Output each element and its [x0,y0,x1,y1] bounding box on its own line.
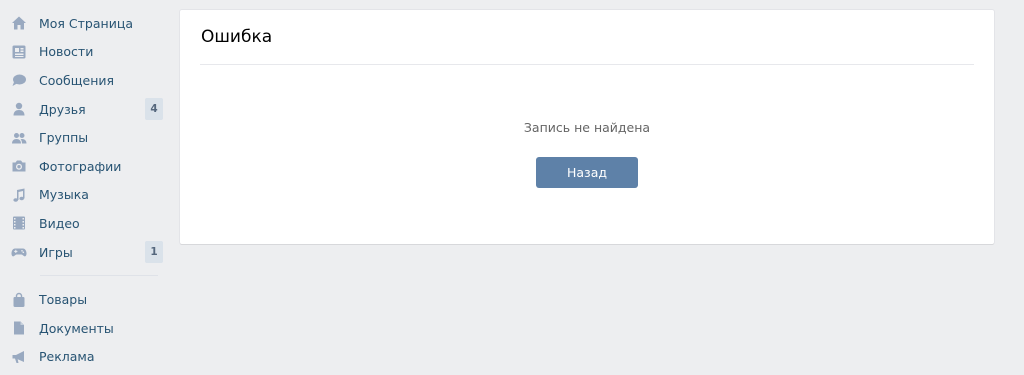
sidebar-item-label: Видео [39,215,80,231]
sidebar-item-news[interactable]: Новости [0,38,166,67]
page: Моя Страница Новости Сообщения Друзья 4 [0,0,1024,375]
back-button[interactable]: Назад [536,157,638,188]
video-icon [11,215,27,231]
sidebar-item-label: Моя Страница [39,15,133,31]
music-icon [11,187,27,203]
bag-icon [11,292,27,308]
error-message: Запись не найдена [523,120,651,135]
games-count-badge[interactable]: 1 [145,241,163,264]
sidebar-item-label: Фотографии [39,158,122,174]
camera-icon [11,158,27,174]
page-title: Ошибка [201,27,273,47]
sidebar-item-games[interactable]: Игры 1 [0,238,166,267]
document-icon [11,320,27,336]
sidebar-item-friends[interactable]: Друзья 4 [0,95,166,124]
sidebar-item-groups[interactable]: Группы [0,123,166,152]
messages-icon [11,72,27,88]
sidebar-item-label: Сообщения [39,72,115,88]
title-divider [200,64,974,65]
sidebar-item-my-page[interactable]: Моя Страница [0,9,166,38]
user-icon [11,101,27,117]
sidebar-item-label: Игры [39,244,73,260]
gamepad-icon [11,244,27,260]
sidebar-item-ads[interactable]: Реклама [0,343,166,372]
sidebar-item-music[interactable]: Музыка [0,181,166,210]
sidebar-item-label: Документы [39,320,114,336]
news-icon [11,44,27,60]
groups-icon [11,130,27,146]
friends-count-badge[interactable]: 4 [145,98,163,121]
home-icon [11,15,27,31]
error-card: Ошибка Запись не найдена Назад [180,10,994,244]
sidebar-item-label: Друзья [39,101,86,117]
sidebar-item-messages[interactable]: Сообщения [0,66,166,95]
sidebar-item-label: Музыка [39,187,89,203]
megaphone-icon [11,349,27,365]
sidebar-item-label: Реклама [39,349,95,365]
sidebar-item-label: Группы [39,130,89,146]
left-sidebar: Моя Страница Новости Сообщения Друзья 4 [0,9,166,371]
sidebar-item-video[interactable]: Видео [0,209,166,238]
sidebar-divider [40,275,158,277]
sidebar-item-photos[interactable]: Фотографии [0,152,166,181]
sidebar-item-label: Товары [39,292,88,308]
sidebar-item-documents[interactable]: Документы [0,314,166,343]
sidebar-item-goods[interactable]: Товары [0,285,166,314]
sidebar-item-label: Новости [39,44,94,60]
